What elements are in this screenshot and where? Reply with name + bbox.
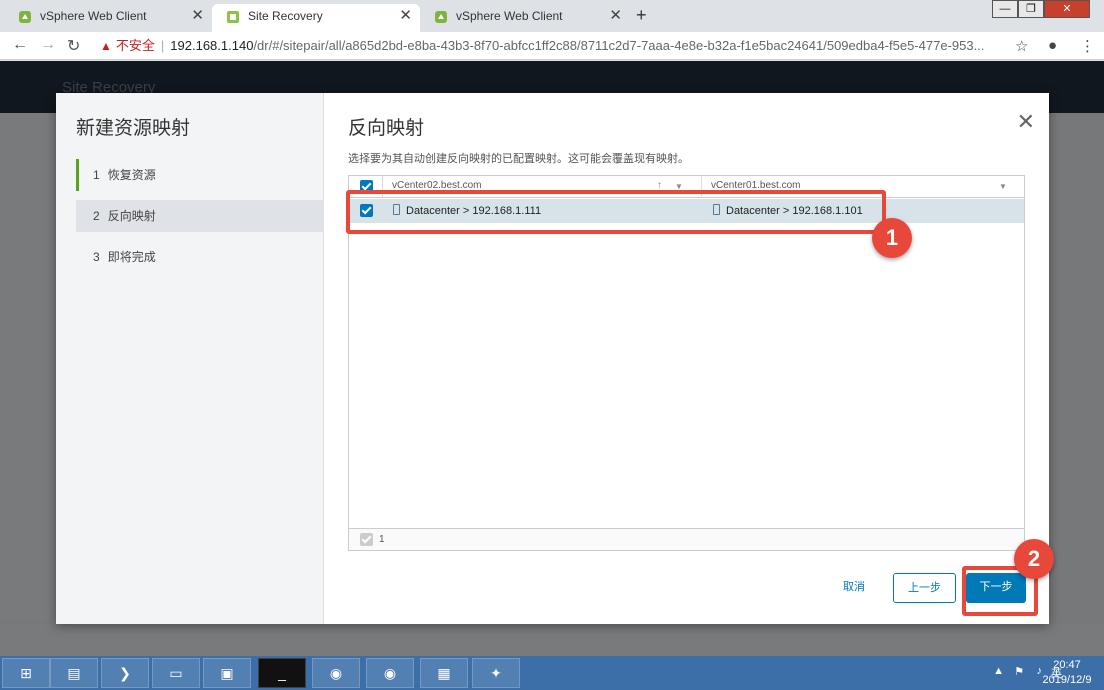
tab-close-icon[interactable]: ✕ [399,4,412,28]
selected-count-icon [360,533,373,546]
cancel-button[interactable]: 取消 [828,573,880,603]
step-label: 即将完成 [107,250,156,264]
step-badge-1: 1 [872,218,912,258]
address-bar: ← → ↻ ▲ 不安全 | 192.168.1.140/dr/#/sitepair/a… [0,32,1104,60]
step-number: 1 [93,168,100,182]
browser-tab-bar: vSphere Web Client ✕ Site Recovery ✕ vSp… [0,0,1104,32]
window-controls: — ❐ ✕ [992,0,1090,18]
bookmark-star-icon[interactable]: ☆ [1015,37,1028,55]
filter-icon[interactable]: ▼ [999,182,1007,191]
account-icon[interactable]: ● [1048,37,1057,54]
tab-label: vSphere Web Client [40,9,147,23]
vsphere-favicon-icon [19,11,31,23]
site-recovery-favicon-icon [227,11,239,23]
step-badge-2: 2 [1014,539,1054,579]
step-label: 恢复资源 [107,168,156,182]
taskbar-clock[interactable]: 20:47 2019/12/9 [1036,658,1098,688]
page-title: 反向映射 [348,118,425,139]
reload-icon[interactable]: ↻ [67,36,80,56]
command-prompt-icon[interactable]: _ [258,658,306,688]
browser-tab-vsphere-2[interactable]: vSphere Web Client ✕ [420,4,630,32]
insecure-label: 不安全 [115,38,155,53]
wizard-step-ready-to-complete[interactable]: 3 即将完成 [76,241,324,273]
wizard-content: 反向映射 ✕ 选择要为其自动创建反向映射的已配置映射。这可能会覆盖现有映射。 v… [324,93,1049,624]
step-number: 2 [93,209,100,223]
chrome-icon[interactable]: ◉ [366,658,414,688]
new-resource-mapping-dialog: 新建资源映射 1 恢复资源 2 反向映射 3 即将完成 反向映射 ✕ 选择要为其自动创… [56,93,1049,624]
highlight-box-row [346,190,886,234]
server-manager-icon[interactable]: ▤ [50,658,98,688]
clock-date: 2019/12/9 [1042,674,1092,686]
back-icon[interactable]: ← [12,36,28,54]
browser-tab-vsphere-1[interactable]: vSphere Web Client ✕ [4,4,212,32]
step-number: 3 [93,250,100,264]
forward-icon[interactable]: → [40,36,56,54]
app-launcher-icon[interactable]: ✦ [472,658,520,688]
page-description: 选择要为其自动创建反向映射的已配置映射。这可能会覆盖现有映射。 [348,153,689,165]
wizard-steps-panel: 新建资源映射 1 恢复资源 2 反向映射 3 即将完成 [56,93,324,624]
url-field[interactable]: ▲ 不安全 | 192.168.1.140/dr/#/sitepair/all/a86… [100,35,1030,57]
file-explorer-icon[interactable]: ▭ [152,658,200,688]
selected-count: 1 [379,534,385,545]
wizard-step-recover-resources[interactable]: 1 恢复资源 [76,159,324,191]
new-tab-button[interactable]: + [636,4,647,26]
tab-label: Site Recovery [248,9,323,23]
network-icon[interactable]: ⚑ [1014,665,1024,678]
powershell-icon[interactable]: ❯ [101,658,149,688]
tab-close-icon[interactable]: ✕ [191,4,204,28]
windows-taskbar: ⊞ ▤ ❯ ▭ ▣ _ ◉ ◉ ▦ ✦ ▲ ⚑ ♪ 英 20:47 2019/1… [0,656,1104,690]
chrome-icon[interactable]: ◉ [312,658,360,688]
wizard-title: 新建资源映射 [76,118,191,139]
previous-button[interactable]: 上一步 [893,573,956,603]
grid-footer: 1 [349,528,1024,550]
start-button-icon[interactable]: ⊞ [2,658,50,688]
tab-close-icon[interactable]: ✕ [609,4,622,28]
separator: | [160,38,165,53]
remote-desktop-icon[interactable]: ▣ [203,658,251,688]
wizard-step-reverse-mapping[interactable]: 2 反向映射 [76,200,324,232]
tray-expand-icon[interactable]: ▲ [993,665,1004,677]
minimize-icon[interactable]: — [992,0,1018,18]
restore-icon[interactable]: ❐ [1018,0,1044,18]
clock-time: 20:47 [1053,659,1081,671]
system-monitor-icon[interactable]: ▦ [420,658,468,688]
warning-icon: ▲ [100,39,112,53]
close-icon[interactable]: ✕ [1017,111,1035,133]
browser-tab-site-recovery[interactable]: Site Recovery ✕ [212,4,420,32]
step-label: 反向映射 [107,209,156,223]
close-window-icon[interactable]: ✕ [1044,0,1090,18]
vsphere-favicon-icon [435,11,447,23]
url-host: 192.168.1.140 [170,38,254,53]
tab-label: vSphere Web Client [456,9,563,23]
url-path: /dr/#/sitepair/all/a865d2bd-e8ba-43b3-8f… [253,38,985,53]
menu-dots-icon[interactable]: ⋮ [1080,37,1095,55]
